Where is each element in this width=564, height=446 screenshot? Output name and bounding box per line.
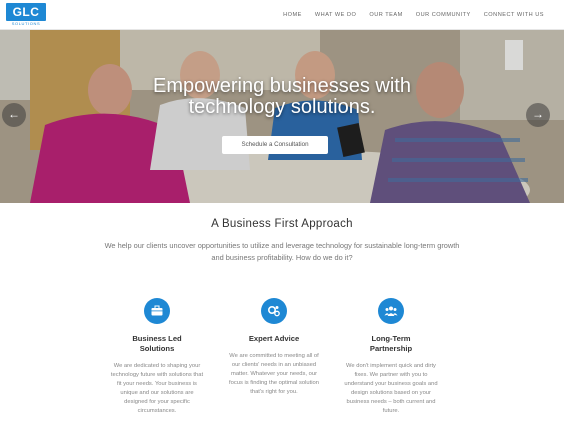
feature-text: We don't implement quick and dirty fixes… — [344, 363, 438, 414]
nav-item-home[interactable]: HOME — [283, 12, 302, 18]
nav-item-connect-with-us[interactable]: CONNECT WITH US — [484, 12, 544, 18]
hero-title-line2: technology solutions. — [188, 96, 376, 118]
feature-long-term-partnership: Long-Term Partnership We don't implement… — [336, 298, 446, 416]
feature-text: We are dedicated to shaping your technol… — [110, 363, 204, 414]
feature-title: Expert Advice — [219, 334, 329, 344]
arrow-left-icon: ← — [8, 107, 20, 121]
main-nav: HOME WHAT WE DO OUR TEAM OUR COMMUNITY C… — [283, 0, 544, 30]
feature-title-line1: Business Led — [132, 334, 182, 343]
site-header: GLC SOLUTIONS HOME WHAT WE DO OUR TEAM O… — [0, 0, 564, 30]
nav-item-what-we-do[interactable]: WHAT WE DO — [315, 12, 356, 18]
logo-text: GLC — [6, 3, 46, 21]
hero-title-line1: Empowering businesses with — [153, 75, 411, 97]
feature-title: Business Led Solutions — [102, 334, 212, 354]
people-icon — [378, 298, 404, 324]
arrow-right-icon: → — [532, 107, 544, 121]
hero-banner: Empowering businesses with technology so… — [0, 30, 564, 203]
slider-prev-button[interactable]: ← — [2, 103, 26, 127]
feature-title: Long-Term Partnership — [336, 334, 446, 354]
nav-item-our-team[interactable]: OUR TEAM — [369, 12, 402, 18]
feature-title-line1: Expert Advice — [248, 334, 300, 343]
feature-title-line1: Long-Term — [371, 334, 411, 343]
feature-title-line2: Solutions — [139, 344, 175, 353]
feature-business-led: Business Led Solutions We are dedicated … — [102, 298, 212, 416]
feature-title-line2: Partnership — [369, 344, 413, 353]
feature-expert-advice: Expert Advice We are committed to meetin… — [219, 298, 329, 397]
section-description: We help our clients uncover opportunitie… — [104, 241, 460, 262]
logo[interactable]: GLC SOLUTIONS — [6, 3, 46, 27]
nav-item-our-community[interactable]: OUR COMMUNITY — [416, 12, 471, 18]
feature-text: We are committed to meeting all of our c… — [229, 353, 319, 395]
briefcase-icon — [144, 298, 170, 324]
gears-icon — [261, 298, 287, 324]
schedule-consultation-button[interactable]: Schedule a Consultation — [222, 136, 328, 154]
logo-subtext: SOLUTIONS — [11, 21, 41, 26]
slider-next-button[interactable]: → — [526, 103, 550, 127]
hero-title: Empowering businesses with technology so… — [0, 76, 564, 118]
section-title: A Business First Approach — [211, 218, 353, 230]
